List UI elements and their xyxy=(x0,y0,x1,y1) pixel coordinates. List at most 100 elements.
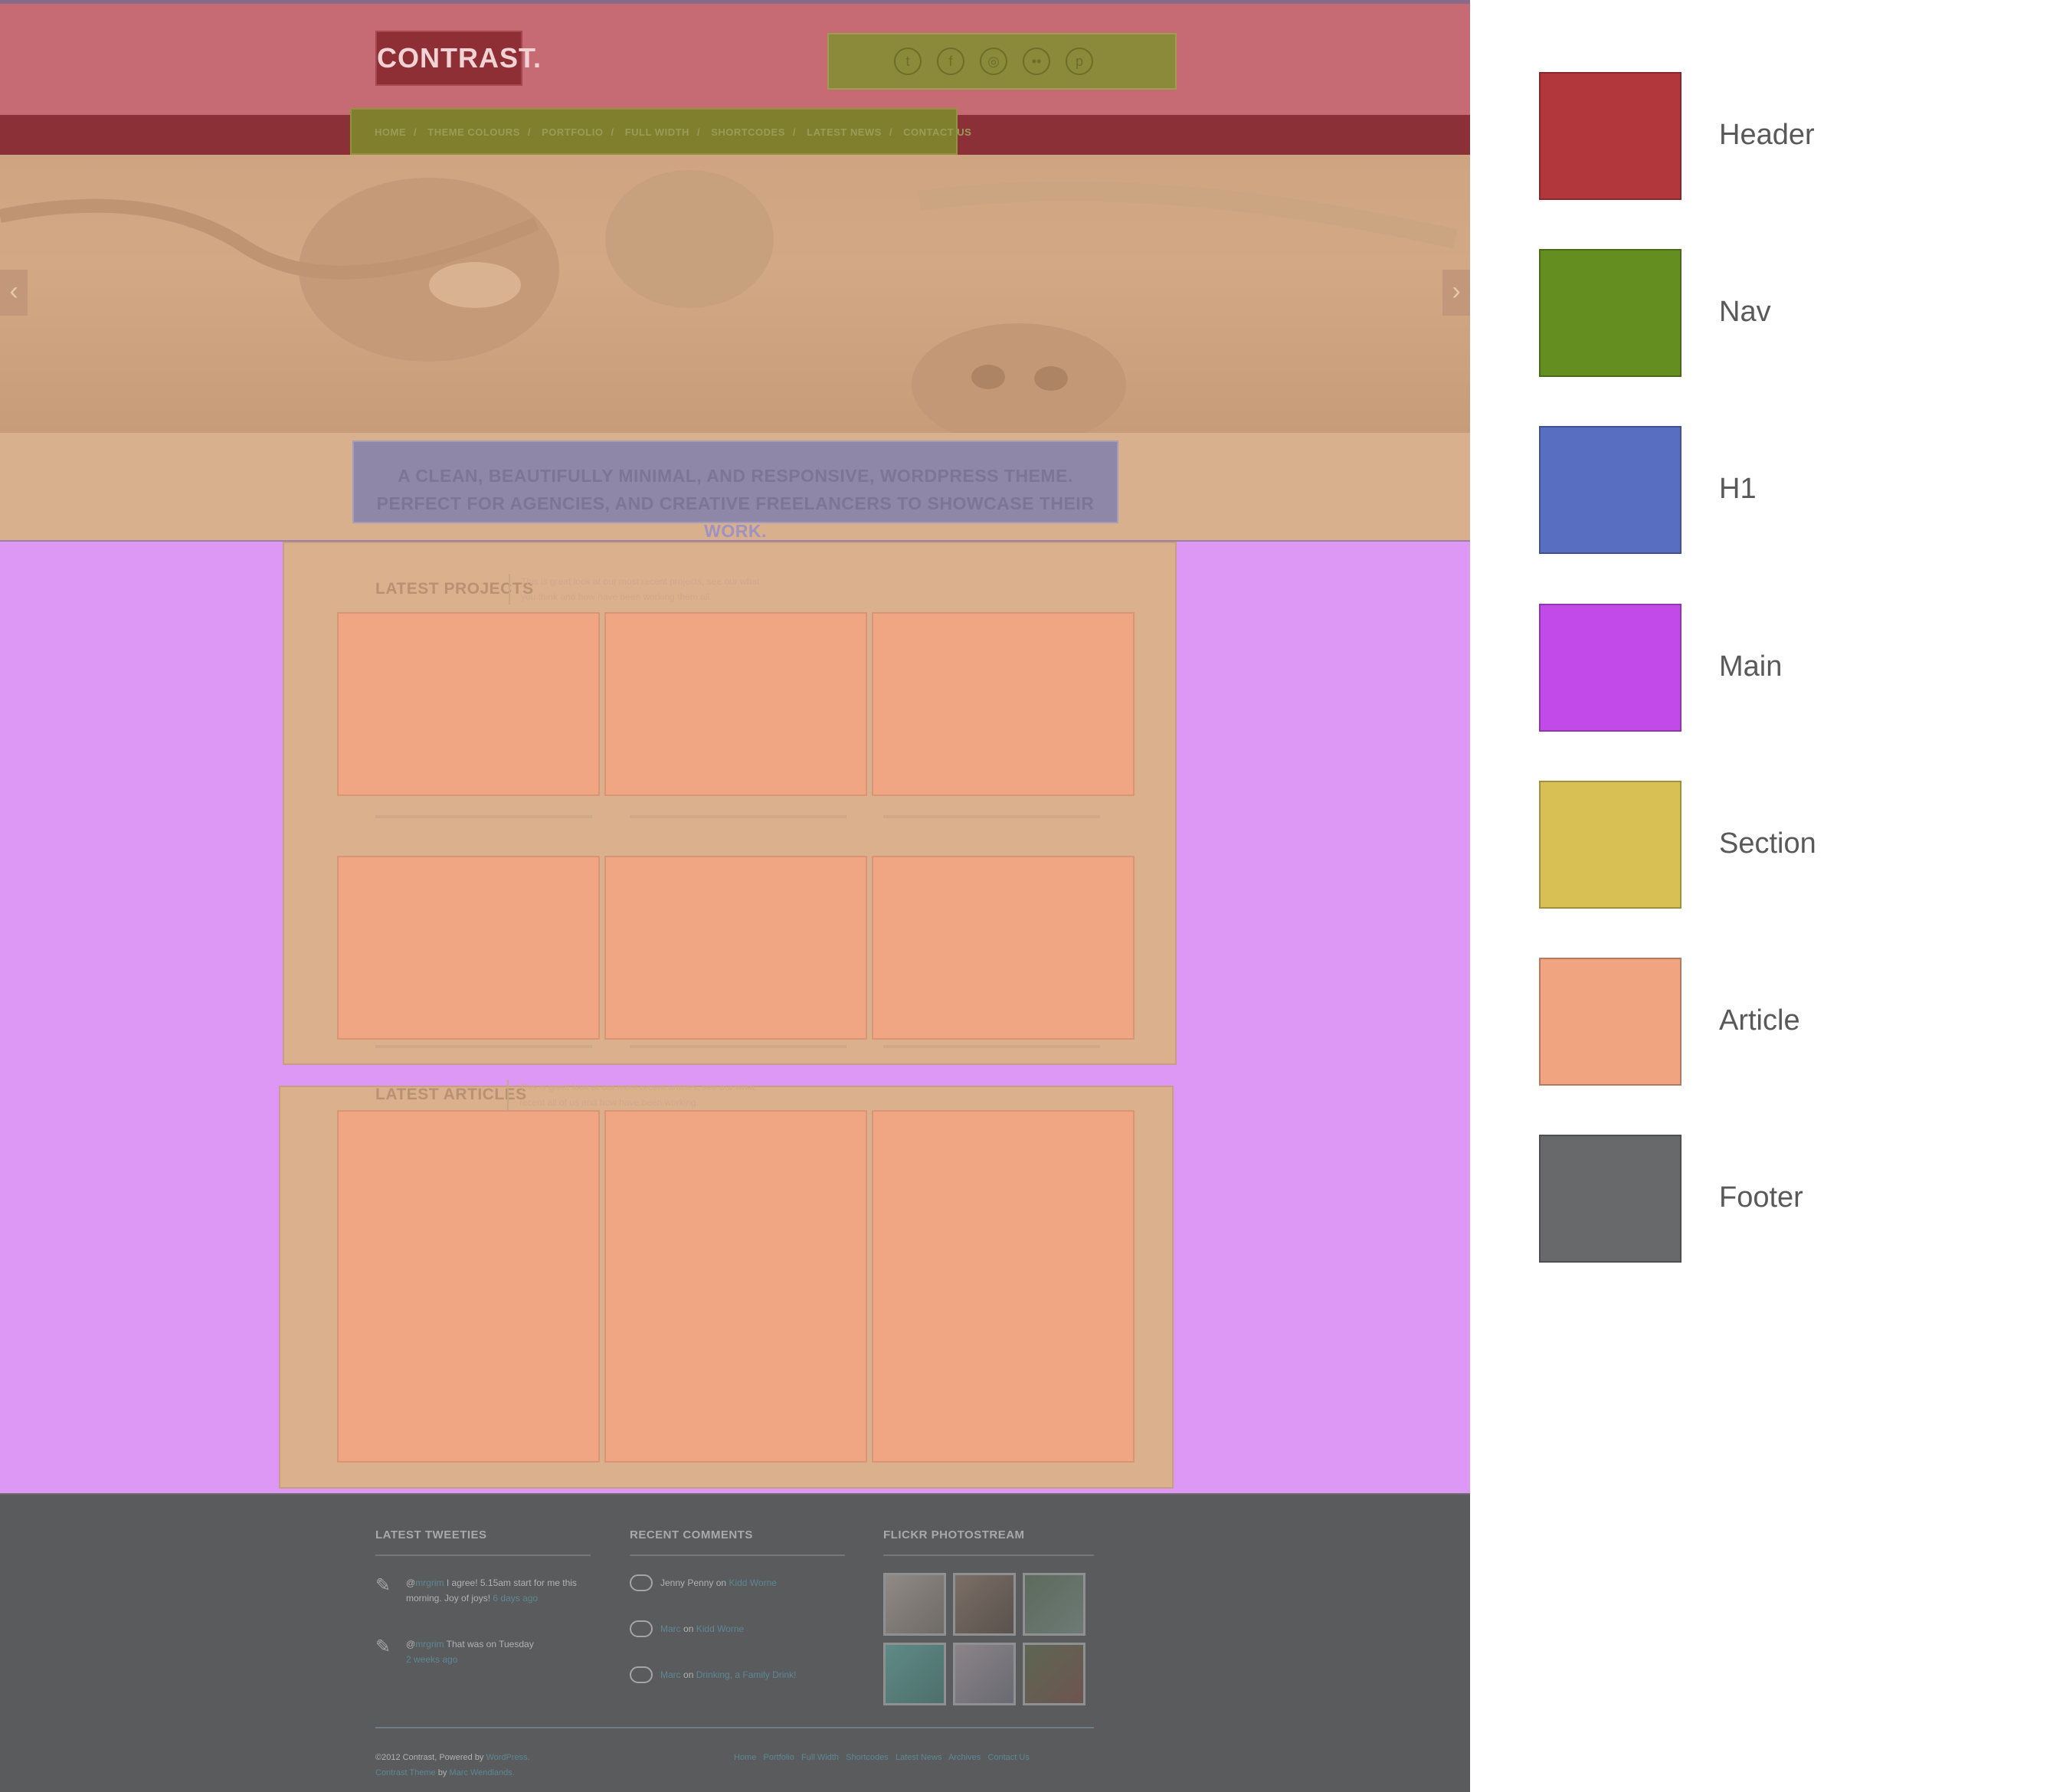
tweet-item: @mrgrim I agree! 5.15am start for me thi… xyxy=(406,1575,582,1606)
footer-link-portfolio[interactable]: Portfolio xyxy=(764,1753,794,1762)
nav-item-latest-news[interactable]: LATEST NEWS xyxy=(807,126,882,138)
flickr-thumbnail[interactable] xyxy=(883,1643,946,1705)
legend-swatch-section xyxy=(1539,781,1682,909)
tagline-line-1: A CLEAN, BEAUTIFULLY MINIMAL, AND RESPON… xyxy=(398,466,1073,486)
tweet-handle-prefix: @ xyxy=(406,1639,416,1649)
legend-swatch-h1 xyxy=(1539,426,1682,554)
nav-item-home[interactable]: HOME xyxy=(375,126,406,138)
legend-label-h1: H1 xyxy=(1719,473,1757,505)
tweet-user-link[interactable]: mrgrim xyxy=(415,1577,444,1588)
hero-image xyxy=(0,170,1458,433)
comment-author-link[interactable]: Marc xyxy=(660,1623,681,1634)
footer-widget-rule xyxy=(883,1554,1094,1556)
legend-label-article: Article xyxy=(1719,1004,1800,1037)
theme-link[interactable]: Contrast Theme xyxy=(375,1768,436,1777)
legend-label-section: Section xyxy=(1719,827,1816,860)
project-article[interactable] xyxy=(604,856,867,1040)
legend-label-header: Header xyxy=(1719,119,1815,151)
footer-widget-rule xyxy=(630,1554,845,1556)
copyright-text: ©2012 Contrast, Powered by xyxy=(375,1753,484,1762)
dribbble-icon[interactable]: ◎ xyxy=(980,48,1007,75)
nav-item-theme-colours[interactable]: THEME COLOURS xyxy=(427,126,520,138)
wordpress-link[interactable]: WordPress. xyxy=(486,1753,529,1762)
tweet-user-link[interactable]: mrgrim xyxy=(415,1639,444,1649)
nav-item-shortcodes[interactable]: SHORTCODES xyxy=(711,126,785,138)
tweet-handle-prefix: @ xyxy=(406,1577,416,1588)
legend-label-footer: Footer xyxy=(1719,1181,1803,1214)
tagline-highlight: WORK. xyxy=(704,521,767,541)
flickr-thumbnail[interactable] xyxy=(1023,1573,1086,1636)
project-article[interactable] xyxy=(337,856,600,1040)
flickr-title: FLICKR PHOTOSTREAM xyxy=(883,1528,1025,1541)
legend-swatch-footer xyxy=(1539,1135,1682,1263)
tweet-time-link[interactable]: 2 weeks ago xyxy=(406,1654,457,1665)
flickr-thumbnail[interactable] xyxy=(953,1573,1016,1636)
comment-post-link[interactable]: Kidd Worne xyxy=(696,1623,744,1634)
nav-separator: / xyxy=(792,126,797,138)
project-article[interactable] xyxy=(872,856,1135,1040)
news-article[interactable] xyxy=(337,1110,600,1463)
project-divider xyxy=(883,815,1100,818)
comment-item: Marc on Drinking, a Family Drink! xyxy=(660,1667,796,1682)
footer-link-home[interactable]: Home xyxy=(734,1753,756,1762)
comment-post-link[interactable]: Kidd Worne xyxy=(729,1577,776,1588)
comment-author: Jenny Penny xyxy=(660,1577,714,1588)
footer-link-latest-news[interactable]: Latest News xyxy=(896,1753,942,1762)
latest-tweets-title: LATEST TWEETIES xyxy=(375,1528,487,1541)
slider-prev-button[interactable]: ‹ xyxy=(0,270,28,316)
flickr-thumbnail[interactable] xyxy=(1023,1643,1086,1705)
project-divider xyxy=(375,1045,592,1048)
footer-link-archives[interactable]: Archives xyxy=(948,1753,981,1762)
site-logo[interactable]: CONTRAST. xyxy=(375,31,541,86)
tweet-time-link[interactable]: 6 days ago xyxy=(493,1593,538,1604)
flickr-thumbnail[interactable] xyxy=(953,1643,1016,1705)
nav-separator: / xyxy=(889,126,892,138)
legend-swatch-nav xyxy=(1539,249,1682,377)
slider-next-button[interactable]: › xyxy=(1442,270,1470,316)
tweet-item: @mrgrim That was on Tuesday 2 weeks ago xyxy=(406,1636,582,1667)
nav-item-contact-us[interactable]: CONTACT US xyxy=(903,126,971,138)
footer-link-contact-us[interactable]: Contact Us xyxy=(987,1753,1029,1762)
comment-bubble-icon xyxy=(630,1620,653,1637)
flickr-thumbnail[interactable] xyxy=(883,1573,946,1636)
legend-label-nav: Nav xyxy=(1719,296,1771,328)
legend-swatch-header xyxy=(1539,72,1682,200)
project-article[interactable] xyxy=(872,612,1135,796)
legend-label-main: Main xyxy=(1719,650,1783,683)
copyright: ©2012 Contrast, Powered by WordPress. Co… xyxy=(375,1750,530,1781)
footer-divider xyxy=(375,1727,1094,1728)
flickr-icon[interactable]: •• xyxy=(1023,48,1050,75)
news-article[interactable] xyxy=(872,1110,1135,1463)
comment-author-link[interactable]: Marc xyxy=(660,1669,681,1680)
news-article[interactable] xyxy=(604,1110,867,1463)
comment-post-link[interactable]: Drinking, a Family Drink! xyxy=(696,1669,797,1680)
comment-bubble-icon xyxy=(630,1666,653,1683)
latest-projects-description-line-1: This is great look at our most recent pr… xyxy=(521,576,760,587)
footer-link-shortcodes[interactable]: Shortcodes xyxy=(846,1753,889,1762)
twitter-bird-icon: ✎ xyxy=(375,1636,391,1657)
latest-articles-description: This is great look at our most recent ar… xyxy=(507,1079,755,1110)
project-divider xyxy=(630,815,846,818)
project-article[interactable] xyxy=(337,612,600,796)
nav-item-portfolio[interactable]: PORTFOLIO xyxy=(542,126,603,138)
tweet-text: That was on Tuesday xyxy=(446,1639,534,1649)
comment-item: Marc on Kidd Worne xyxy=(660,1621,744,1636)
comment-item: Jenny Penny on Kidd Worne xyxy=(660,1575,777,1591)
pinterest-icon[interactable]: p xyxy=(1066,48,1093,75)
latest-articles-description-line-1: This is great look at our most recent ar… xyxy=(519,1082,755,1093)
footer-link-full-width[interactable]: Full Width xyxy=(801,1753,839,1762)
hero-slider: ‹ › xyxy=(0,155,1470,433)
latest-articles-title: LATEST ARTICLES xyxy=(375,1086,527,1103)
page-preview: CONTRAST. t f ◎ •• p HOME / THEME COLOURS… xyxy=(0,0,1470,1792)
author-link[interactable]: Marc Wendlands. xyxy=(449,1768,514,1777)
nav-separator: / xyxy=(527,126,531,138)
main-nav: HOME / THEME COLOURS / PORTFOLIO / FULL WID… xyxy=(350,108,971,155)
facebook-icon[interactable]: f xyxy=(937,48,964,75)
page-heading: A CLEAN, BEAUTIFULLY MINIMAL, AND RESPON… xyxy=(352,441,1118,541)
comment-on: on xyxy=(683,1623,694,1634)
nav-item-full-width[interactable]: FULL WIDTH xyxy=(625,126,689,138)
twitter-icon[interactable]: t xyxy=(894,48,922,75)
project-article[interactable] xyxy=(604,612,867,796)
latest-articles-description-line-2: recent all of us and how have been worki… xyxy=(519,1097,699,1108)
nav-separator: / xyxy=(414,126,418,138)
